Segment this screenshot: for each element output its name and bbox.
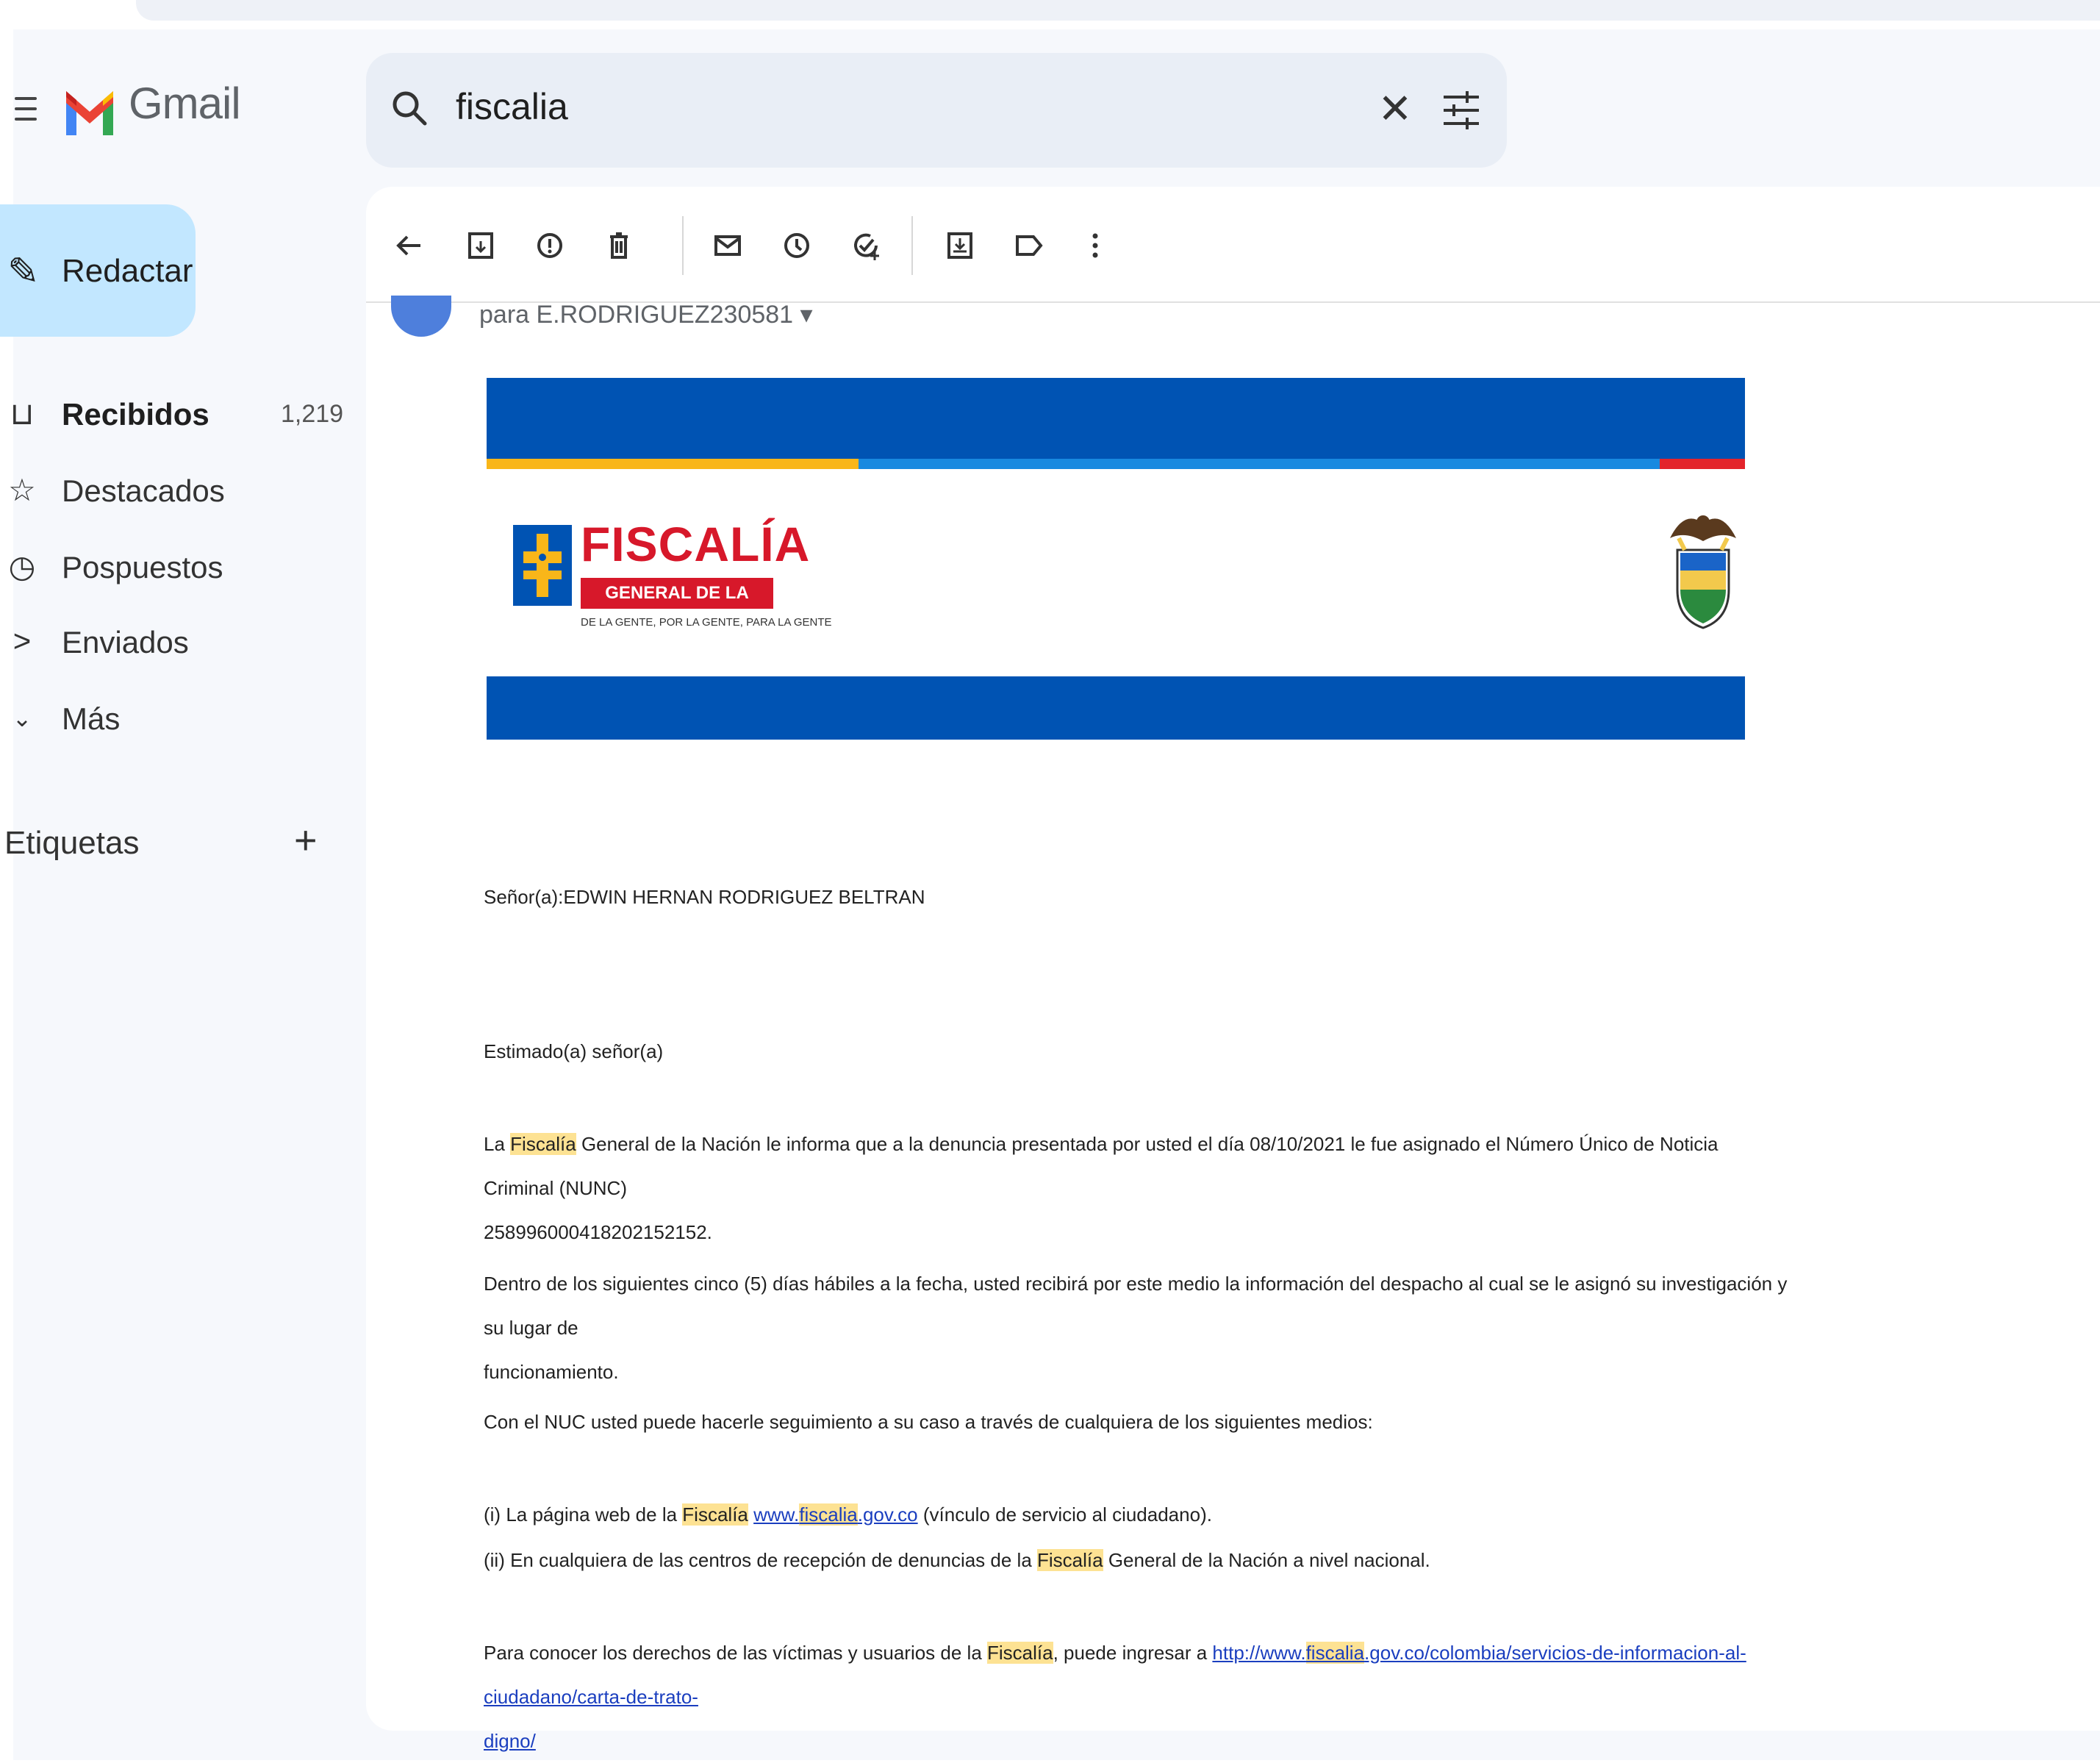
message-toolbar xyxy=(366,187,2100,303)
gmail-wordmark: Gmail xyxy=(129,79,241,128)
email-greeting: Señor(a):EDWIN HERNAN RODRIGUEZ BELTRAN xyxy=(484,886,925,908)
compose-button[interactable]: ✎ Redactar xyxy=(0,204,196,337)
search-icon[interactable] xyxy=(388,87,432,131)
label-icon[interactable] xyxy=(1007,223,1051,268)
search-highlight: Fiscalía xyxy=(510,1133,576,1155)
toolbar-divider xyxy=(682,216,684,275)
gmail-logo-icon[interactable] xyxy=(63,81,116,140)
sidebar-item-label: Más xyxy=(62,701,121,736)
stripe-blue xyxy=(859,459,1660,469)
sidebar-item-mas[interactable]: ⌄ Más xyxy=(0,688,338,747)
fiscalia-banner: FISCALÍA GENERAL DE LA NACIÓN DE LA GENT… xyxy=(487,378,1745,740)
chevron-down-icon: ⌄ xyxy=(12,705,32,732)
back-icon[interactable] xyxy=(387,223,431,268)
search-highlight: Fiscalía xyxy=(987,1642,1053,1664)
recipient-details[interactable]: para E.RODRIGUEZ230581 ▾ xyxy=(479,300,813,329)
star-icon: ☆ xyxy=(8,473,36,507)
send-icon: > xyxy=(12,623,32,658)
sidebar-item-label: Enviados xyxy=(62,625,189,659)
fiscalia-website-link[interactable]: www.fiscalia.gov.co xyxy=(753,1503,918,1526)
sidebar-item-enviados[interactable]: > Enviados xyxy=(0,612,338,670)
report-spam-icon[interactable] xyxy=(528,223,572,268)
labels-heading: Etiquetas xyxy=(4,825,140,861)
add-label-icon[interactable]: + xyxy=(294,818,318,863)
banner-bottom-band xyxy=(487,676,1745,740)
sidebar-item-label: Destacados xyxy=(62,473,225,508)
add-task-icon[interactable] xyxy=(844,223,888,268)
search-highlight: Fiscalía xyxy=(682,1503,748,1526)
email-list-item-1: (i) La página web de la Fiscalía www.fis… xyxy=(484,1503,1212,1526)
sidebar-item-label: Pospuestos xyxy=(62,550,223,584)
email-list-item-2: (ii) En cualquiera de las centros de rec… xyxy=(484,1549,1430,1571)
stripe-yellow xyxy=(487,459,859,469)
compose-label: Redactar xyxy=(62,253,193,289)
search-highlight: Fiscalía xyxy=(1037,1549,1103,1571)
email-salutation: Estimado(a) señor(a) xyxy=(484,1040,664,1062)
sidebar-item-label: Recibidos xyxy=(62,397,209,432)
window-top-strip xyxy=(136,0,2100,21)
stripe-red xyxy=(1660,459,1745,469)
pencil-icon: ✎ xyxy=(7,251,40,293)
email-paragraph-1: La Fiscalía General de la Nación le info… xyxy=(484,1133,1719,1243)
fiscalia-subtitle: GENERAL DE LA NACIÓN xyxy=(581,578,773,634)
email-paragraph-4: Para conocer los derechos de las víctima… xyxy=(484,1642,1746,1752)
search-options-icon[interactable] xyxy=(1439,88,1483,132)
snooze-icon[interactable] xyxy=(775,223,819,268)
unread-count: 1,219 xyxy=(281,400,344,428)
clear-search-icon[interactable]: ✕ xyxy=(1373,85,1417,132)
mark-unread-icon[interactable] xyxy=(706,223,750,268)
banner-top-band xyxy=(487,378,1745,459)
colombia-coat-of-arms-icon xyxy=(1670,515,1736,629)
fiscalia-emblem-icon xyxy=(513,525,572,606)
search-bar[interactable]: fiscalia ✕ xyxy=(366,53,1507,168)
main-menu-icon[interactable] xyxy=(15,94,37,124)
search-input[interactable]: fiscalia xyxy=(456,85,568,128)
inbox-icon: ⊔ xyxy=(10,396,35,431)
fiscalia-title: FISCALÍA xyxy=(581,517,811,571)
archive-icon[interactable] xyxy=(459,223,503,268)
delete-icon[interactable] xyxy=(597,223,641,268)
sidebar-item-pospuestos[interactable]: ◷ Pospuestos xyxy=(0,537,338,596)
sidebar-item-destacados[interactable]: ☆ Destacados xyxy=(0,460,338,519)
move-to-icon[interactable] xyxy=(938,223,982,268)
fiscalia-tagline: DE LA GENTE, POR LA GENTE, PARA LA GENTE xyxy=(581,616,832,629)
email-paragraph-2: Dentro de los siguientes cinco (5) días … xyxy=(484,1273,1788,1383)
email-paragraph-3: Con el NUC usted puede hacerle seguimien… xyxy=(484,1411,1373,1433)
sidebar-item-recibidos[interactable]: ⊔ Recibidos 1,219 xyxy=(0,384,343,443)
clock-icon: ◷ xyxy=(8,549,36,584)
more-options-icon[interactable] xyxy=(1073,223,1117,268)
toolbar-divider xyxy=(911,216,913,275)
